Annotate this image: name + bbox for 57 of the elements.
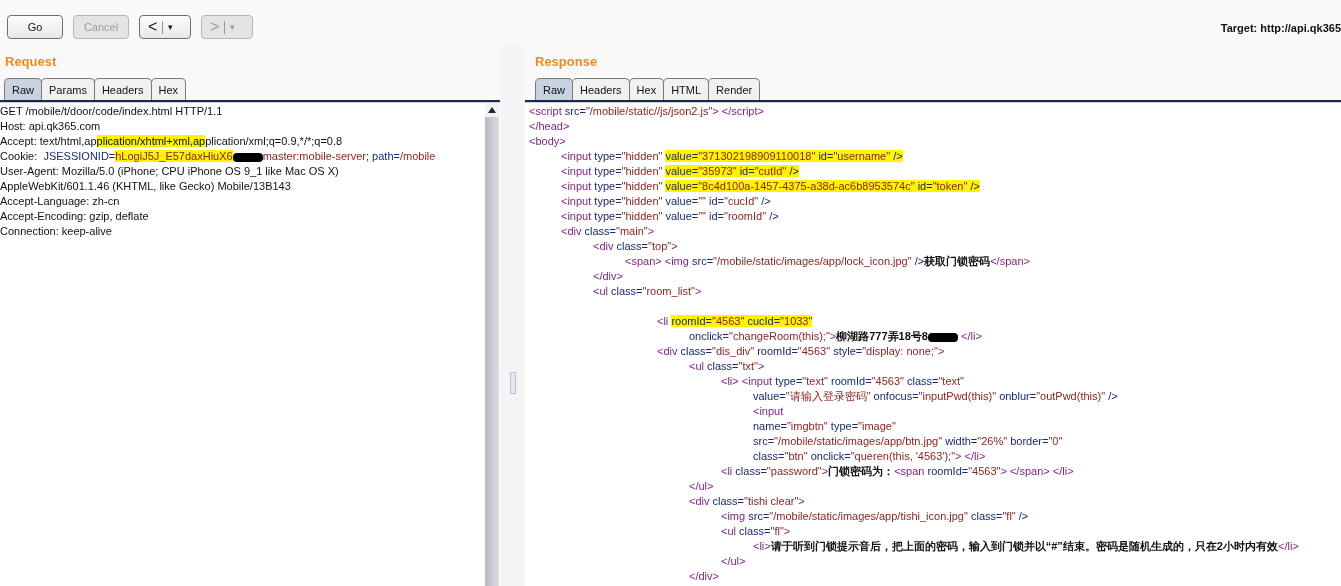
code-line: </div> bbox=[688, 569, 720, 584]
code-line: <input bbox=[752, 404, 785, 419]
code-line: <input type="hidden" value="371302198909110018" id="username" /> bbox=[560, 149, 904, 164]
code-line: <body> bbox=[529, 134, 567, 149]
code-line: src="/mobile/static/images/app/btn.jpg" width="26%" border="0" bbox=[752, 434, 1064, 449]
code-line: </ul> bbox=[720, 554, 747, 569]
code-line: <span> <img src="/mobile/static/images/app/lock_icon.jpg" />获取门锁密码</span> bbox=[624, 254, 1031, 269]
code-line: Host: api.qk365.com bbox=[0, 119, 102, 134]
code-line: value="请输入登录密码" onfocus="inputPwd(this)" onblur="outPwd(this)" /> bbox=[752, 389, 1119, 404]
code-line: <div class="main"> bbox=[560, 224, 656, 239]
code-line: Cookie: JSESSIONID=hLogiJ5J_E57daxHiuX6 master:mobile-server; path=/mobile bbox=[0, 149, 437, 164]
code-line: <li class="password">门锁密码为：<span roomId="4563"> </span> </li> bbox=[720, 464, 1075, 479]
target-label: Target: http://api.qk365 bbox=[1220, 21, 1341, 34]
code-line: <div class="tishi clear"> bbox=[688, 494, 806, 509]
code-line: name="imgbtn" type="image" bbox=[752, 419, 897, 434]
tab[interactable]: Raw bbox=[4, 78, 42, 100]
code-line: class="btn" onclick="queren(this, '4563');"> </li> bbox=[752, 449, 987, 464]
panel-title: Response bbox=[534, 53, 599, 71]
code-line: Connection: keep-alive bbox=[0, 224, 113, 239]
code-line: <ul class="txt"> bbox=[688, 359, 766, 374]
code-line: </head> bbox=[529, 119, 571, 134]
scrollbar[interactable] bbox=[485, 103, 499, 586]
code-line: GET /mobile/t/door/code/index.html HTTP/1.1 bbox=[0, 104, 224, 119]
go-button[interactable]: Go bbox=[7, 15, 63, 39]
code-line: <script src="/mobile/static//js/json2.js"> </script> bbox=[529, 104, 765, 119]
code-line: Accept: text/html,application/xhtml+xml,application/xml;q=0.9,*/*;q=0.8 bbox=[0, 134, 344, 149]
code-line: <input type="hidden" value="8c4d100a-1457-4375-a38d-ac6b8953574c" id="token" /> bbox=[560, 179, 981, 194]
tab[interactable]: Params bbox=[41, 78, 95, 100]
code-line: </ul> bbox=[688, 479, 715, 494]
code-line: User-Agent: Mozilla/5.0 (iPhone; CPU iPhone OS 9_1 like Mac OS X) bbox=[0, 164, 340, 179]
tab[interactable]: Hex bbox=[150, 78, 187, 100]
code-line: <li roomId="4563" cucId="1033" bbox=[656, 314, 814, 329]
tab[interactable]: Render bbox=[708, 78, 761, 100]
code-line: </div> bbox=[592, 269, 624, 284]
code-line: <input type="hidden" value="35973" id="cutId" /> bbox=[560, 164, 800, 179]
code-line: <input type="hidden" value="" id="cucId" /> bbox=[560, 194, 772, 209]
code-line: AppleWebKit/601.1.46 (KHTML, like Gecko) Mobile/13B143 bbox=[0, 179, 292, 194]
code-line: Accept-Encoding: gzip, deflate bbox=[0, 209, 150, 224]
code-line: <li>请于听到门锁提示音后，把上面的密码，输入到门锁并以“#”结束。密码是随机生成的，只在2小时内有效</li> bbox=[752, 539, 1300, 554]
tab[interactable]: Headers bbox=[572, 78, 630, 100]
code-line: <input type="hidden" value="" id="roomId" /> bbox=[560, 209, 780, 224]
tab[interactable]: Headers bbox=[93, 78, 152, 100]
tab[interactable]: HTML bbox=[663, 78, 710, 100]
code-line: onclick="changeRoom(this);">柳湖路777弄18号8 </li> bbox=[688, 329, 983, 344]
tab[interactable]: Hex bbox=[628, 78, 665, 100]
back-button[interactable]: < ▾ bbox=[139, 15, 191, 39]
code-line: <div class="top"> bbox=[592, 239, 679, 254]
scroll-up-icon[interactable] bbox=[485, 103, 499, 117]
panel-title: Request bbox=[4, 53, 58, 71]
code-line: <img src="/mobile/static/images/app/tishi_icon.jpg" class="fl" /> bbox=[720, 509, 1030, 524]
code-line: <ul class="fl"> bbox=[720, 524, 792, 539]
code-line: <div class="dis_div" roomId="4563" style="display: none;"> bbox=[656, 344, 946, 359]
code-line: <li> <input type="text" roomId="4563" class="text" bbox=[720, 374, 965, 389]
splitter-handle[interactable] bbox=[510, 372, 516, 394]
tab[interactable]: Raw bbox=[535, 78, 573, 100]
code-line: <ul class="room_list"> bbox=[592, 284, 703, 299]
code-line: Accept-Language: zh-cn bbox=[0, 194, 121, 209]
